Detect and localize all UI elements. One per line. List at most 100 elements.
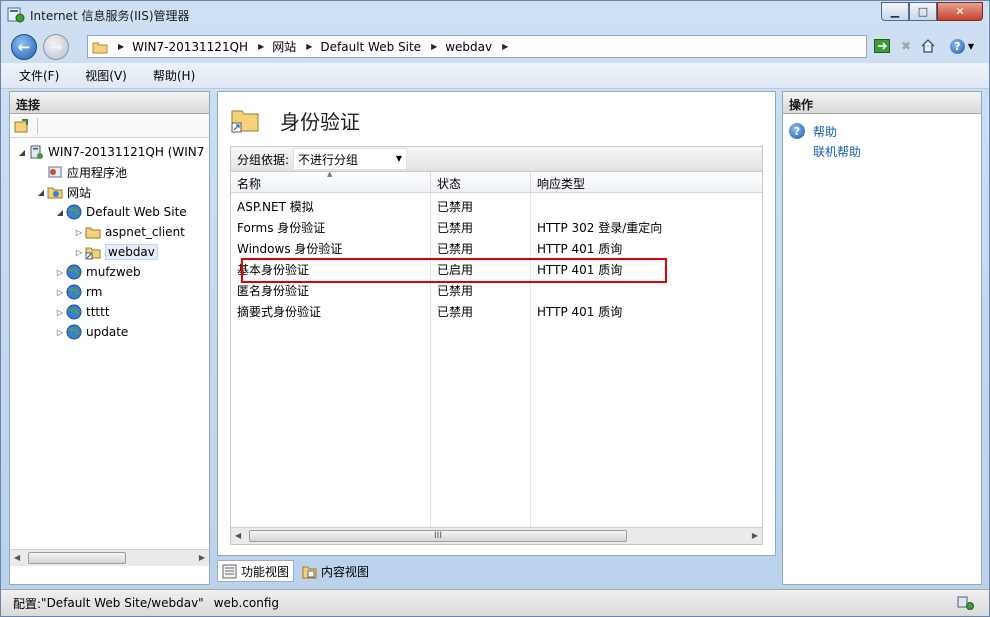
action-online-help[interactable]: 联机帮助 xyxy=(813,143,861,160)
row-response: HTTP 401 质询 xyxy=(537,242,623,256)
connections-header: 连接 xyxy=(10,92,209,114)
tree-node-ttttt[interactable]: ▷ ttttt xyxy=(54,302,110,322)
minimize-button[interactable]: ▁ xyxy=(881,2,909,21)
status-file: web.config xyxy=(213,596,280,610)
scrollbar-thumb[interactable] xyxy=(28,552,126,564)
scroll-right-icon[interactable]: ▶ xyxy=(199,553,205,562)
row-name[interactable]: Windows 身份验证 xyxy=(231,237,348,258)
expand-arrow-icon[interactable]: ▷ xyxy=(54,308,66,317)
action-help[interactable]: 帮助 xyxy=(813,123,837,140)
tree-node-mufzweb[interactable]: ▷ mufzweb xyxy=(54,262,141,282)
tree-node-aspnet-client[interactable]: ▷ aspnet_client xyxy=(73,222,185,242)
group-by-label: 分组依据: xyxy=(237,152,290,167)
column-header-status[interactable]: 状态 xyxy=(431,172,531,193)
breadcrumb-server[interactable]: WIN7-20131121QH xyxy=(132,40,248,54)
breadcrumb-sites[interactable]: 网站 xyxy=(272,38,296,55)
tab-content-view[interactable]: 内容视图 xyxy=(298,560,373,582)
row-name[interactable]: ASP.NET 模拟 xyxy=(231,195,320,216)
breadcrumb-arrow-icon: ▶ xyxy=(258,42,265,51)
address-bar[interactable]: ▶ WIN7-20131121QH ▶ 网站 ▶ Default Web Sit… xyxy=(87,35,867,58)
status-path: "Default Web Site/webdav" xyxy=(41,596,204,610)
sort-ascending-icon: ▲ xyxy=(327,172,333,178)
home-button[interactable] xyxy=(919,37,937,55)
stop-button[interactable]: ✖ xyxy=(897,37,915,55)
feature-panel: 身份验证 分组依据: 不进行分组 ▼ 名称 ▲ 状态 响应类型 ASP.NET … xyxy=(217,91,776,556)
breadcrumb-arrow-icon: ▶ xyxy=(431,42,438,51)
connect-icon[interactable] xyxy=(14,118,30,134)
column-header-name[interactable]: 名称 ▲ xyxy=(231,172,431,193)
tree-label: rm xyxy=(86,285,103,299)
tab-label: 内容视图 xyxy=(321,564,370,579)
scrollbar-thumb[interactable]: III xyxy=(249,530,627,542)
iis-app-icon xyxy=(7,7,25,23)
row-status: 已禁用 xyxy=(437,221,474,235)
globe-icon xyxy=(66,284,82,300)
close-button[interactable]: ✕ xyxy=(937,2,983,21)
menu-help[interactable]: 帮助(H) xyxy=(149,65,199,86)
menu-file[interactable]: 文件(F) xyxy=(15,65,63,86)
scroll-left-icon[interactable]: ◀ xyxy=(235,531,241,540)
feature-header: 身份验证 xyxy=(218,92,775,144)
expand-arrow-icon[interactable]: ▷ xyxy=(73,228,85,237)
row-response: HTTP 401 质询 xyxy=(537,305,623,319)
help-dropdown-button[interactable]: ? ▼ xyxy=(947,37,977,55)
globe-icon xyxy=(66,264,82,280)
tree-node-server[interactable]: ◢ WIN7-20131121QH (WIN7 xyxy=(16,142,204,162)
tree-node-webdav[interactable]: ▷ webdav xyxy=(73,242,158,262)
authentication-table: 名称 ▲ 状态 响应类型 ASP.NET 模拟 已禁用 Forms 身份验证 已… xyxy=(230,172,763,545)
scroll-left-icon[interactable]: ◀ xyxy=(14,553,20,562)
maximize-button[interactable]: □ xyxy=(909,2,937,21)
navigation-bar: ← → ▶ WIN7-20131121QH ▶ 网站 ▶ Default Web… xyxy=(1,29,989,63)
tree-horizontal-scrollbar[interactable]: ◀ ▶ xyxy=(10,549,209,566)
expand-arrow-icon[interactable]: ◢ xyxy=(35,188,47,197)
column-header-response[interactable]: 响应类型 xyxy=(531,172,762,193)
tree-node-sites[interactable]: ◢ 网站 xyxy=(35,182,91,202)
tree-label: 网站 xyxy=(67,185,92,200)
status-bar: 配置: "Default Web Site/webdav" web.config xyxy=(1,589,989,616)
tree-node-app-pools[interactable]: 应用程序池 xyxy=(35,162,127,182)
actions-header: 操作 xyxy=(783,92,981,114)
tree-label: webdav xyxy=(105,244,158,260)
tree-node-default-web-site[interactable]: ◢ Default Web Site xyxy=(54,202,187,222)
forward-arrow-icon: → xyxy=(49,38,63,56)
window-controls: ▁ □ ✕ xyxy=(881,2,983,22)
row-status: 已禁用 xyxy=(437,200,474,214)
tab-label: 功能视图 xyxy=(241,564,290,579)
row-name[interactable]: Forms 身份验证 xyxy=(231,216,331,237)
menu-view[interactable]: 视图(V) xyxy=(81,65,131,86)
tree-node-rm[interactable]: ▷ rm xyxy=(54,282,102,302)
scroll-right-icon[interactable]: ▶ xyxy=(752,531,758,540)
breadcrumb-webdav[interactable]: webdav xyxy=(445,40,492,54)
tree-label: ttttt xyxy=(86,305,110,319)
tree-node-update[interactable]: ▷ update xyxy=(54,322,128,342)
expand-arrow-icon[interactable]: ▷ xyxy=(54,328,66,337)
column-label: 状态 xyxy=(437,177,462,191)
connections-panel: 连接 ◢ WIN7-20131121QH (WIN7 应用程序池 ◢ 网站 ◢ … xyxy=(9,91,210,585)
tab-features-view[interactable]: 功能视图 xyxy=(217,560,295,582)
group-by-select[interactable]: 不进行分组 ▼ xyxy=(293,148,408,170)
row-name[interactable]: 摘要式身份验证 xyxy=(231,300,327,321)
globe-icon xyxy=(66,204,82,220)
server-icon xyxy=(30,145,43,159)
row-response xyxy=(531,195,543,216)
folder-icon xyxy=(92,42,108,53)
expand-arrow-icon[interactable]: ▷ xyxy=(54,268,66,277)
iis-manager-window: Internet 信息服务(IIS)管理器 ▁ □ ✕ ← → ▶ WIN7-2… xyxy=(0,0,990,617)
refresh-button[interactable] xyxy=(873,37,891,55)
expand-arrow-icon[interactable]: ▷ xyxy=(73,248,85,257)
breadcrumb-site[interactable]: Default Web Site xyxy=(320,40,421,54)
chevron-down-icon: ▼ xyxy=(967,41,975,51)
expand-arrow-icon[interactable]: ▷ xyxy=(54,288,66,297)
tree-label: mufzweb xyxy=(86,265,141,279)
status-label: 配置: xyxy=(13,596,42,611)
group-by-bar: 分组依据: 不进行分组 ▼ xyxy=(230,146,763,172)
row-status: 已禁用 xyxy=(437,242,474,256)
expand-arrow-icon[interactable]: ◢ xyxy=(16,148,28,157)
tree-label: aspnet_client xyxy=(105,225,185,239)
forward-button[interactable]: → xyxy=(43,34,69,60)
globe-icon xyxy=(66,324,82,340)
expand-arrow-icon[interactable]: ◢ xyxy=(54,208,66,217)
tree-label: Default Web Site xyxy=(86,205,187,219)
back-button[interactable]: ← xyxy=(11,34,37,60)
table-horizontal-scrollbar[interactable]: ◀ III ▶ xyxy=(231,527,762,544)
